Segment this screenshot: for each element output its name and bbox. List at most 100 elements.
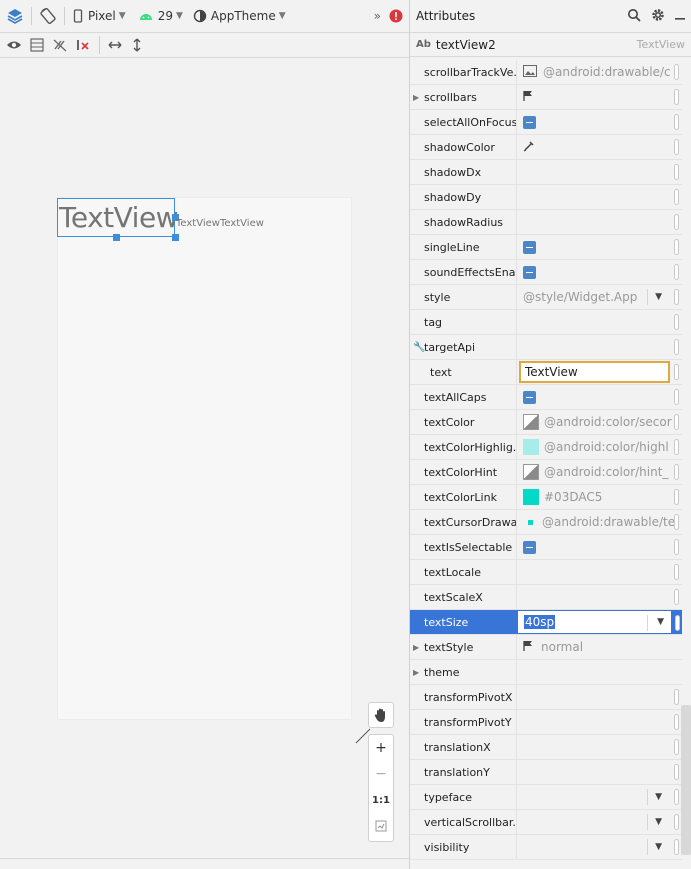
expand-horizontal-icon[interactable] [103,33,127,57]
attribute-row[interactable]: textCursorDrawa... @android:drawable/te [410,510,682,535]
resource-picker-button[interactable] [674,589,679,605]
attribute-value[interactable]: normal [517,635,682,659]
flag-icon[interactable] [523,640,533,655]
resource-picker-button[interactable] [675,615,680,631]
resource-picker-button[interactable] [674,789,679,805]
attribute-value[interactable] [517,335,682,359]
attribute-row[interactable]: shadowRadius [410,210,682,235]
resource-picker-button[interactable] [674,464,679,480]
attribute-row[interactable]: textLocale [410,560,682,585]
attribute-value[interactable] [517,110,682,134]
resource-picker-button[interactable] [674,764,679,780]
resource-picker-button[interactable] [674,489,679,505]
resource-picker-button[interactable] [674,64,679,80]
autoconnect-off-icon[interactable] [48,33,72,57]
attribute-row[interactable]: textAllCaps [410,385,682,410]
api-level-selector[interactable]: 29 ▼ [134,4,187,28]
resize-handle[interactable] [172,234,179,241]
attribute-row[interactable]: transformPivotX [410,685,682,710]
color-swatch[interactable] [523,414,539,430]
attribute-value[interactable] [517,310,682,334]
attribute-row[interactable]: singleLine [410,235,682,260]
attribute-value[interactable]: @android:drawable/te [517,510,682,534]
attribute-value[interactable]: #03DAC5 [517,485,682,509]
selected-textview[interactable]: TextView [57,198,179,237]
clear-constraints-icon[interactable] [72,33,96,57]
attribute-row[interactable]: ▶ scrollbars [410,85,682,110]
attribute-value[interactable] [517,585,682,609]
attribute-row[interactable]: 🔧 targetApi [410,335,682,360]
attribute-row[interactable]: transformPivotY [410,710,682,735]
expand-arrow-icon[interactable]: ▶ [413,93,419,102]
zoom-fit-button[interactable] [369,813,393,839]
vertical-scrollbar[interactable] [681,705,691,855]
resource-picker-button[interactable] [674,839,679,855]
zoom-in-button[interactable]: + [369,735,393,761]
attribute-value[interactable] [517,260,682,284]
attribute-value[interactable]: ▼ [517,810,682,834]
flag-icon[interactable] [523,90,533,105]
attribute-value[interactable] [517,210,682,234]
design-canvas[interactable] [57,197,352,720]
margins-icon[interactable] [26,33,48,57]
attribute-row[interactable]: soundEffectsEna... [410,260,682,285]
color-swatch[interactable] [523,464,539,480]
attribute-value[interactable] [517,710,682,734]
component-id[interactable]: textView2 [436,38,637,52]
error-icon[interactable] [385,4,409,28]
attribute-value[interactable] [517,535,682,559]
attribute-row[interactable]: tag [410,310,682,335]
resource-picker-button[interactable] [674,364,679,380]
attribute-value[interactable]: @android:color/secor [517,410,682,434]
chevron-down-icon[interactable]: ▼ [657,617,664,627]
attribute-value[interactable] [517,185,682,209]
resource-picker-button[interactable] [674,164,679,180]
resource-picker-button[interactable] [674,564,679,580]
attribute-value[interactable] [517,660,682,684]
resource-picker-button[interactable] [674,114,679,130]
zoom-out-button[interactable]: − [369,761,393,787]
layers-icon[interactable] [0,4,28,28]
attribute-row[interactable]: textScaleX [410,585,682,610]
gear-icon[interactable] [651,8,665,25]
attribute-row[interactable]: ▶ theme [410,660,682,685]
resource-picker-button[interactable] [674,139,679,155]
tristate-checkbox[interactable] [523,390,536,404]
resource-picker-button[interactable] [674,514,679,530]
chevron-down-icon[interactable]: ▼ [655,292,662,302]
resource-picker-button[interactable] [674,239,679,255]
attribute-row[interactable]: ▶ textStyle normal [410,635,682,660]
resource-picker-button[interactable] [674,714,679,730]
horizontal-scrollbar[interactable] [0,858,409,869]
attribute-value[interactable]: @android:drawable/c [517,60,682,84]
attribute-value[interactable] [517,560,682,584]
attribute-value[interactable]: ▼ [517,835,682,859]
attribute-row[interactable]: scrollbarTrackVe... @android:drawable/c [410,60,682,85]
attribute-value[interactable] [517,685,682,709]
attribute-row[interactable]: shadowColor [410,135,682,160]
resource-picker-button[interactable] [674,389,679,405]
resource-picker-button[interactable] [674,189,679,205]
color-swatch[interactable] [523,489,539,505]
resource-picker-button[interactable] [674,289,679,305]
chevron-down-icon[interactable]: ▼ [655,817,662,827]
attribute-value[interactable]: TextView [517,360,682,384]
theme-selector[interactable]: AppTheme ▼ [189,4,290,28]
expand-arrow-icon[interactable]: ▶ [413,643,419,652]
resource-picker-button[interactable] [674,439,679,455]
attribute-row[interactable]: textColorLink #03DAC5 [410,485,682,510]
orientation-icon[interactable] [35,4,61,28]
resize-handle[interactable] [113,234,120,241]
attribute-value[interactable]: 40sp ▼ [517,610,680,634]
attribute-value[interactable] [517,735,682,759]
attribute-row[interactable]: visibility ▼ [410,835,682,860]
chevron-down-icon[interactable]: ▼ [655,842,662,852]
resource-picker-button[interactable] [674,814,679,830]
zoom-actual-size-button[interactable]: 1:1 [369,787,393,813]
eyedropper-icon[interactable] [523,140,535,155]
pan-hand-button[interactable] [368,702,394,728]
resource-picker-button[interactable] [674,89,679,105]
attribute-value[interactable]: @style/Widget.App ▼ [517,285,682,309]
attribute-value[interactable] [517,235,682,259]
tristate-checkbox[interactable] [523,265,536,279]
